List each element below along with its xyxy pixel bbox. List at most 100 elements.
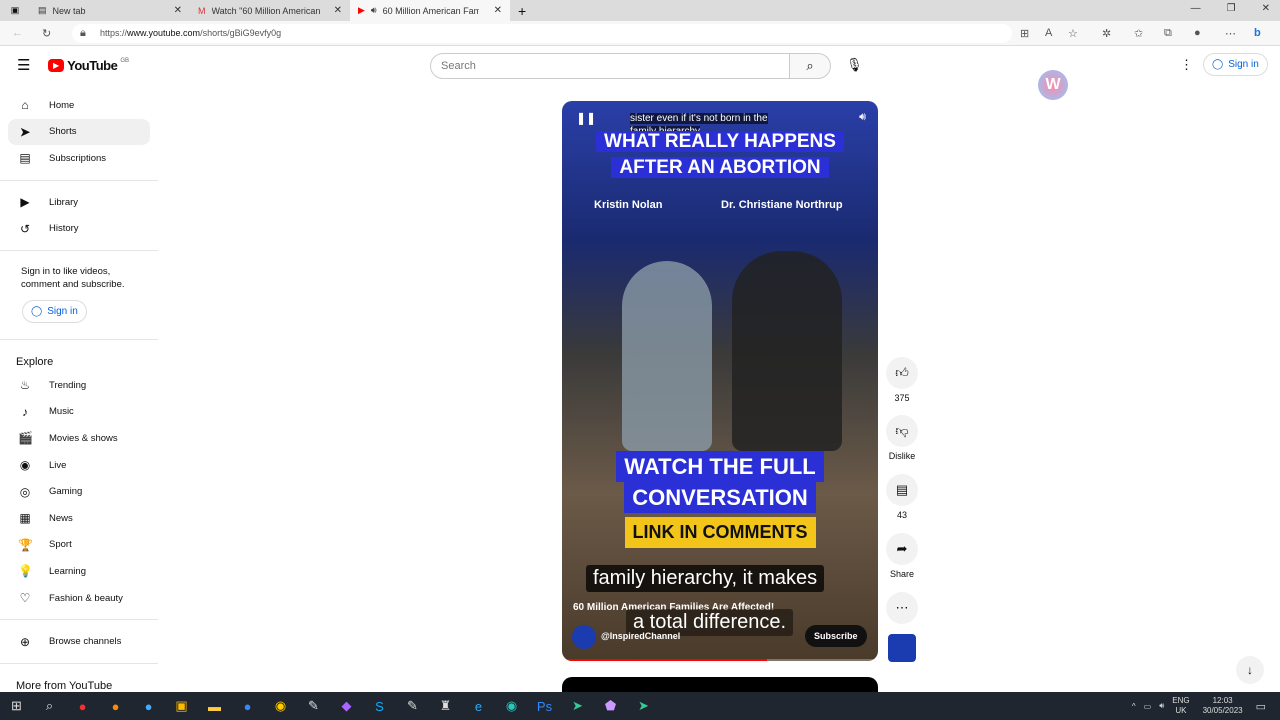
opera-icon[interactable]: ●: [66, 699, 99, 714]
close-icon[interactable]: ✕: [174, 5, 182, 16]
sidebar-item-trending[interactable]: ♨ Trending: [8, 372, 150, 399]
tab-actions-icon[interactable]: ▣: [0, 5, 30, 16]
pause-icon[interactable]: ❚❚: [576, 111, 596, 125]
sidebar-item-news[interactable]: ▦ News: [8, 505, 150, 532]
next-video-arrow-icon[interactable]: ↓: [1236, 656, 1264, 684]
app-icon[interactable]: ⬟: [594, 698, 627, 714]
profile-icon[interactable]: ●: [1194, 27, 1201, 39]
tab-youtube[interactable]: ▶🔊︎60 Million American Familie✕: [350, 0, 510, 21]
channel-avatar[interactable]: [572, 625, 596, 649]
sidebar-item-live[interactable]: ◉ Live: [8, 452, 150, 479]
sidebar-item-home[interactable]: ⌂ Home: [8, 92, 150, 119]
sign-in-button[interactable]: ◯ Sign in: [1203, 53, 1268, 76]
volume-icon[interactable]: 🔊︎: [1159, 701, 1164, 711]
more-icon[interactable]: ⋯: [1225, 27, 1236, 40]
subscribe-button[interactable]: Subscribe: [805, 625, 867, 647]
explore-heading: Explore: [16, 355, 54, 368]
youtube-logo[interactable]: ▶ YouTube GB: [48, 58, 129, 73]
tray-chevron-icon[interactable]: ^: [1132, 702, 1136, 711]
app-icon[interactable]: ▣: [165, 698, 198, 714]
notifications-icon[interactable]: ▭: [1256, 700, 1266, 713]
home-icon: ⌂: [21, 98, 29, 113]
volume-icon[interactable]: 🔊︎: [859, 111, 866, 124]
sidebar-item-library[interactable]: ▶ Library: [8, 189, 150, 216]
extensions-icon[interactable]: ✲: [1102, 27, 1111, 40]
library-icon: ▶: [20, 195, 30, 210]
sidebar-item-browse-channels[interactable]: ⊕ Browse channels: [8, 628, 150, 655]
channel-name[interactable]: @InspiredChannel: [601, 631, 680, 641]
search-input[interactable]: Search: [430, 53, 790, 79]
more-actions-button[interactable]: ⋯: [885, 592, 919, 628]
sidebar-item-history[interactable]: ↺ History: [8, 215, 150, 242]
url-input[interactable]: https://www.youtube.com/shorts/gBiG9evfy…: [72, 24, 1012, 43]
favorite-icon[interactable]: ☆: [1068, 27, 1078, 40]
close-icon[interactable]: ✕: [334, 5, 342, 16]
sidebar-item-subscriptions[interactable]: ▤ Subscriptions: [8, 145, 150, 172]
skype-icon[interactable]: S: [363, 699, 396, 714]
sidebar-sign-in-button[interactable]: ◯ Sign in: [22, 299, 87, 323]
sidebar-item-movies[interactable]: 🎬 Movies & shows: [8, 425, 150, 452]
read-aloud-icon[interactable]: A: [1045, 27, 1052, 39]
minimize-button[interactable]: —: [1191, 3, 1201, 14]
cta-overlay: WATCH THE FULL CONVERSATION LINK IN COMMEN…: [596, 451, 844, 548]
short-video-player[interactable]: ❚❚ 🔊︎ sister even if it's not born in th…: [562, 101, 878, 661]
photoshop-icon[interactable]: Ps: [528, 699, 561, 714]
menu-icon[interactable]: ☰: [17, 56, 30, 74]
language-indicator[interactable]: ENG UK: [1172, 696, 1189, 716]
app-icon[interactable]: ➤: [561, 698, 594, 714]
sidebar-item-sport[interactable]: 🏆 Sport: [8, 532, 150, 559]
gaming-icon: ◎: [19, 484, 31, 499]
close-window-button[interactable]: ✕: [1262, 3, 1270, 14]
progress-track[interactable]: [562, 659, 878, 661]
edge-icon[interactable]: ◉: [495, 698, 528, 714]
settings-more-icon[interactable]: ⋮: [1180, 57, 1193, 73]
maximize-button[interactable]: ❐: [1227, 3, 1236, 14]
search-icon[interactable]: ⌕: [33, 698, 66, 714]
video-overlay-title: WHAT REALLY HAPPENS AFTER AN ABORTION: [580, 129, 860, 181]
tab-gmail[interactable]: MWatch "60 Million American Fam✕: [190, 0, 350, 21]
sidebar-item-shorts[interactable]: ➤ Shorts: [8, 118, 150, 146]
youtube-icon: ▶: [358, 5, 365, 15]
sidebar-item-gaming[interactable]: ◎ Gaming: [8, 478, 150, 505]
app-icon[interactable]: ➤: [627, 698, 660, 714]
windows-start-icon[interactable]: ⊞: [0, 698, 33, 714]
tab-new-tab[interactable]: ▤ New tab ✕: [30, 0, 190, 21]
zoom-icon[interactable]: ●: [231, 699, 264, 714]
share-button[interactable]: ➦ Share: [885, 533, 919, 579]
back-icon[interactable]: ←: [12, 27, 23, 39]
apps-icon[interactable]: ⊞: [1020, 27, 1029, 40]
firefox-icon[interactable]: ●: [99, 699, 132, 714]
sidebar-item-learning[interactable]: 💡 Learning: [8, 558, 150, 585]
speaker-icon[interactable]: 🔊︎: [371, 5, 377, 16]
collections-icon[interactable]: ⧉: [1164, 27, 1172, 40]
lock-icon[interactable]: 🔒︎: [80, 27, 86, 40]
refresh-icon[interactable]: ↻: [42, 27, 51, 40]
chrome-icon[interactable]: ◉: [264, 698, 297, 714]
file-explorer-icon[interactable]: ▬: [198, 699, 231, 714]
app-icon[interactable]: ✎: [396, 698, 429, 714]
divider: [0, 179, 158, 181]
windows-taskbar: ⊞ ⌕ ● ● ● ▣ ▬ ● ◉ ✎ ◆ S ✎ ♜ e ◉ Ps ➤ ⬟ ➤…: [0, 692, 1280, 720]
favorites-icon[interactable]: ✩: [1134, 27, 1143, 40]
close-icon[interactable]: ✕: [494, 5, 502, 16]
sidebar-item-fashion[interactable]: ♡ Fashion & beauty: [8, 585, 150, 612]
comments-button[interactable]: ▤ 43: [885, 474, 919, 520]
search-button[interactable]: ⌕: [789, 53, 831, 79]
app-icon[interactable]: ◆: [330, 698, 363, 714]
extension-w-icon[interactable]: W: [1038, 70, 1068, 100]
internet-explorer-icon[interactable]: e: [462, 699, 495, 714]
sidebar-item-music[interactable]: ♪ Music: [8, 399, 150, 426]
person-left: [622, 261, 712, 451]
lightbulb-icon: 💡: [18, 564, 33, 579]
network-icon[interactable]: ▭: [1144, 702, 1152, 711]
new-tab-button[interactable]: +: [510, 3, 526, 19]
bing-icon[interactable]: b: [1254, 27, 1261, 39]
sound-thumbnail[interactable]: [888, 634, 916, 662]
app-icon[interactable]: ✎: [297, 698, 330, 714]
app-icon[interactable]: ●: [132, 699, 165, 714]
dislike-button[interactable]: 👎︎ Dislike: [885, 415, 919, 461]
like-button[interactable]: 👍︎ 375: [885, 357, 919, 403]
microphone-icon[interactable]: 🎙︎: [846, 57, 863, 73]
app-icon[interactable]: ♜: [429, 698, 462, 714]
clock[interactable]: 12:03 30/05/2023: [1198, 696, 1248, 716]
